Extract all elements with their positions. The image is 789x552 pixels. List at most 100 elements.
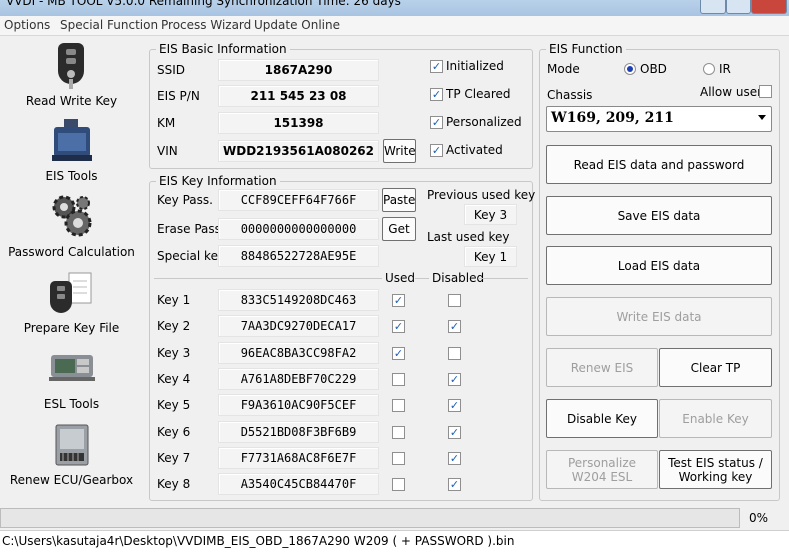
status-file-path: C:\Users\kasutaja4r\Desktop\VVDIMB_EIS_O… [2,534,515,548]
key-row-label: Key 2 [157,319,191,333]
sidebar: Read Write Key EIS Tools Password Calcul… [0,37,143,500]
sidebar-item-eis-tools[interactable]: EIS Tools [0,117,143,187]
key-document-icon [49,272,91,313]
previous-used-key-label: Previous used key [427,188,536,202]
key-value-field[interactable]: 96EAC8BA3CC98FA2 [218,342,379,364]
key-used-checkbox[interactable] [392,373,405,386]
sidebar-item-esl-tools[interactable]: ESL Tools [0,347,143,417]
mode-ir-radio[interactable] [703,63,715,75]
maximize-button[interactable] [726,0,751,14]
mode-obd-label: OBD [640,62,667,76]
disable-key-button[interactable]: Disable Key [546,399,658,438]
key-used-checkbox[interactable]: ✓ [392,320,405,333]
personalized-label: Personalized [446,115,522,129]
key-disabled-checkbox[interactable]: ✓ [448,478,461,491]
sidebar-item-label: Read Write Key [25,94,118,108]
menu-options[interactable]: Options [4,18,50,32]
eis-module-icon [51,119,92,161]
initialized-checkbox[interactable]: ✓ [430,60,443,73]
chassis-selected-value: W169, 209, 211 [551,110,674,126]
eis-pn-field[interactable]: 211 545 23 08 [218,85,379,107]
key-row-label: Key 8 [157,477,191,491]
mode-ir-label: IR [719,62,731,76]
key-used-checkbox[interactable] [392,452,405,465]
key-disabled-checkbox[interactable] [448,347,461,360]
sidebar-item-label: Password Calculation [8,245,135,259]
allow-user-checkbox[interactable] [759,85,772,98]
menu-special-function[interactable]: Special Function [60,18,158,32]
renew-eis-button[interactable]: Renew EIS [546,348,658,387]
key-used-checkbox[interactable]: ✓ [392,294,405,307]
get-button[interactable]: Get [382,217,416,241]
paste-button[interactable]: Paste [382,188,416,212]
key-row-label: Key 6 [157,425,191,439]
km-label: KM [157,116,176,130]
last-used-key-field: Key 1 [464,246,517,267]
used-separator [154,278,382,279]
key-disabled-checkbox[interactable]: ✓ [448,426,461,439]
sidebar-item-password-calculation[interactable]: Password Calculation [0,193,143,263]
vin-field[interactable]: WDD2193561A080262 [218,140,379,162]
progress-bar [0,508,740,528]
initialized-label: Initialized [446,59,504,73]
key-used-checkbox[interactable] [392,399,405,412]
eis-pn-label: EIS P/N [157,89,200,103]
menu-process-wizard[interactable]: Process Wizard [161,18,251,32]
key-value-field[interactable]: 7AA3DC9270DECA17 [218,315,379,337]
chevron-down-icon [758,115,766,120]
personalized-checkbox[interactable]: ✓ [430,116,443,129]
ecu-module-icon [55,424,88,466]
gears-icon [52,195,91,237]
mode-label: Mode [547,62,580,76]
radio-selected-dot [627,66,633,72]
read-eis-data-button[interactable]: Read EIS data and password [546,145,772,184]
key-value-field[interactable]: F9A3610AC90F5CEF [218,394,379,416]
key-disabled-checkbox[interactable]: ✓ [448,320,461,333]
special-key-field[interactable]: 88486522728AE95E [218,245,379,267]
erase-pass-field[interactable]: 0000000000000000 [218,218,379,240]
sidebar-item-label: EIS Tools [45,169,98,183]
key-value-field[interactable]: F7731A68AC8F6E7F [218,447,379,469]
menu-bar: Options Special Function Process Wizard … [0,16,789,36]
key-disabled-checkbox[interactable]: ✓ [448,399,461,412]
write-vin-button[interactable]: Write [383,139,416,163]
key-value-field[interactable]: D5521BD08F3BF6B9 [218,421,379,443]
car-key-icon [57,43,84,89]
key-used-checkbox[interactable]: ✓ [392,347,405,360]
write-eis-data-button[interactable]: Write EIS data [546,297,772,336]
km-field[interactable]: 151398 [218,112,379,134]
tp-cleared-label: TP Cleared [446,87,511,101]
sidebar-item-prepare-key-file[interactable]: Prepare Key File [0,269,143,339]
clear-tp-button[interactable]: Clear TP [659,348,772,387]
personalize-w204-esl-button[interactable]: Personalize W204 ESL [546,450,658,489]
key-value-field[interactable]: A761A8DEBF70C229 [218,368,379,390]
key-used-checkbox[interactable] [392,478,405,491]
key-row-label: Key 4 [157,372,191,386]
sidebar-item-renew-ecu-gearbox[interactable]: Renew ECU/Gearbox [0,421,143,491]
chassis-select[interactable]: W169, 209, 211 [546,106,772,132]
key-disabled-checkbox[interactable]: ✓ [448,452,461,465]
activated-checkbox[interactable]: ✓ [430,144,443,157]
key-pass-field[interactable]: CCF89CEFF64F766F [218,189,379,211]
group-title: EIS Key Information [156,174,280,188]
tp-cleared-checkbox[interactable]: ✓ [430,88,443,101]
key-row-label: Key 5 [157,398,191,412]
test-eis-status-button[interactable]: Test EIS status / Working key [659,450,772,489]
menu-update-online[interactable]: Update Online [254,18,340,32]
minimize-button[interactable] [700,0,726,14]
load-eis-data-button[interactable]: Load EIS data [546,246,772,285]
key-value-field[interactable]: 833C5149208DC463 [218,289,379,311]
save-eis-data-button[interactable]: Save EIS data [546,196,772,235]
used-header: Used [385,271,416,285]
key-disabled-checkbox[interactable]: ✓ [448,373,461,386]
close-button[interactable] [751,0,787,14]
sidebar-item-read-write-key[interactable]: Read Write Key [0,39,143,113]
window-title: VVDI - MB TOOL V5.0.0 Remaining Synchron… [6,0,401,8]
enable-key-button[interactable]: Enable Key [659,399,772,438]
key-disabled-checkbox[interactable] [448,294,461,307]
mode-obd-radio[interactable] [624,63,636,75]
key-used-checkbox[interactable] [392,426,405,439]
ssid-field[interactable]: 1867A290 [218,59,379,81]
key-value-field[interactable]: A3540C45CB84470F [218,473,379,495]
group-title: EIS Basic Information [156,42,290,56]
